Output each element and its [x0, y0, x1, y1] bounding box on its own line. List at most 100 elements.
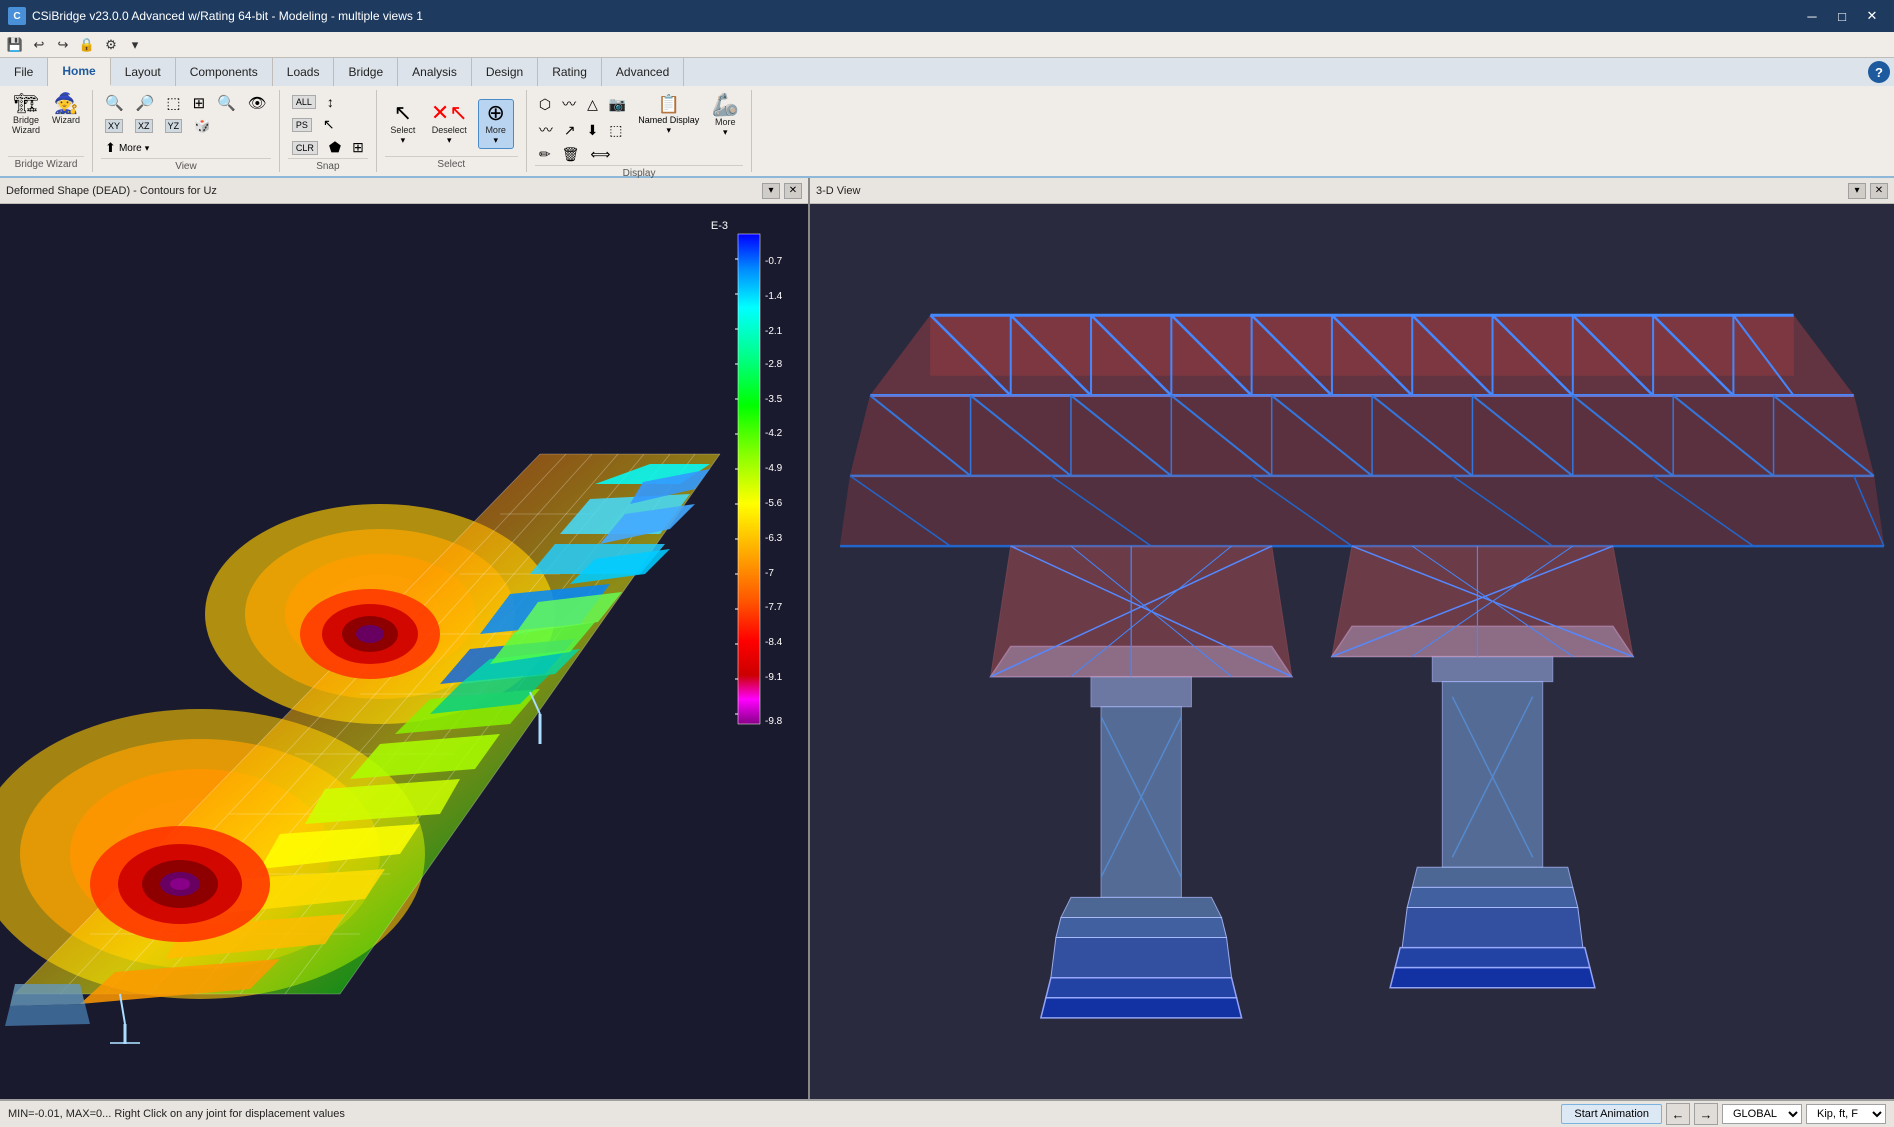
- view-more-dropdown-icon: ▾: [145, 143, 150, 154]
- tab-analysis[interactable]: Analysis: [398, 58, 472, 86]
- zoom-minus-button[interactable]: 🔍: [213, 92, 240, 114]
- left-panel-view[interactable]: E-3 -0.7 -1.4 -2.1 -2.8 -3.5 -4.2 -4.9 -…: [0, 204, 808, 1099]
- deselect-button[interactable]: ✕↖ Deselect ▾: [427, 100, 472, 148]
- display-btn9[interactable]: ✏: [535, 144, 555, 165]
- more-select-button[interactable]: ⊕ More ▾: [478, 99, 514, 149]
- wizard-button[interactable]: 🧙 Wizard: [48, 92, 84, 127]
- coordinate-system-dropdown[interactable]: GLOBAL: [1722, 1104, 1802, 1124]
- zoom-out-button[interactable]: 🔎: [132, 92, 159, 114]
- start-animation-button[interactable]: Start Animation: [1561, 1104, 1662, 1124]
- view-more-button[interactable]: ⬆ More ▾: [101, 138, 153, 158]
- zoom-box-button[interactable]: ⬚: [162, 92, 184, 114]
- tab-rating[interactable]: Rating: [538, 58, 602, 86]
- settings-button[interactable]: ⚙: [100, 35, 122, 55]
- undo-button[interactable]: ↩: [28, 35, 50, 55]
- display-icon4: 📷: [609, 96, 626, 113]
- snap-arrow1-button[interactable]: ↕: [323, 92, 338, 112]
- more-select-icon: ⊕: [486, 102, 504, 124]
- display-more-icon: 🦾: [712, 94, 739, 116]
- bridge-wizard-button[interactable]: 🏗 BridgeWizard: [8, 92, 44, 137]
- zoom-box-icon: ⬚: [166, 94, 180, 112]
- display-btn2[interactable]: 〰: [558, 92, 580, 116]
- snap-grid-button[interactable]: ⊞: [348, 137, 368, 158]
- tab-design[interactable]: Design: [472, 58, 538, 86]
- lock-button[interactable]: 🔒: [76, 35, 98, 55]
- group-label-view: View: [101, 158, 271, 172]
- zoom-in-button[interactable]: 🔍: [101, 92, 128, 114]
- svg-text:-9.1: -9.1: [765, 672, 783, 683]
- redo-button[interactable]: ↪: [52, 35, 74, 55]
- maximize-button[interactable]: □: [1828, 5, 1856, 27]
- titlebar-controls: ─ □ ✕: [1798, 5, 1886, 27]
- display-btn10[interactable]: 🗑: [558, 144, 584, 165]
- display-more-button[interactable]: 🦾 More ▾: [707, 92, 743, 140]
- view-yz-button[interactable]: YZ: [161, 116, 187, 136]
- tab-bridge[interactable]: Bridge: [334, 58, 398, 86]
- display-btn5[interactable]: 〰: [535, 118, 557, 142]
- tab-layout[interactable]: Layout: [111, 58, 176, 86]
- display-btn6[interactable]: ↗: [560, 118, 580, 142]
- select-dropdown-icon: ▾: [401, 135, 406, 146]
- display-more-dropdown-icon: ▾: [723, 127, 728, 138]
- svg-text:-4.9: -4.9: [765, 463, 783, 474]
- snap-clr-button[interactable]: CLR: [288, 137, 322, 158]
- ribbon-group-select: ↖ Select ▾ ✕↖ Deselect ▾ ⊕ More ▾ Select: [377, 90, 527, 172]
- view-3d-icon: 🎲: [194, 118, 210, 134]
- units-dropdown[interactable]: Kip, ft, F: [1806, 1104, 1886, 1124]
- display-icon3: △: [587, 96, 598, 113]
- display-icon6: ↗: [564, 122, 576, 139]
- zoom-out-icon: 🔎: [136, 94, 155, 112]
- next-frame-button[interactable]: →: [1694, 1103, 1718, 1125]
- left-panel-header: Deformed Shape (DEAD) - Contours for Uz …: [0, 178, 808, 204]
- left-panel-close-button[interactable]: ✕: [784, 183, 802, 199]
- bridge-wizard-icon: 🏗: [13, 94, 38, 114]
- help-button[interactable]: ?: [1868, 61, 1890, 83]
- snap-shape-button[interactable]: ⬟: [325, 137, 345, 158]
- snap-ps-button[interactable]: PS: [288, 114, 316, 135]
- view-xz-button[interactable]: XZ: [131, 116, 157, 136]
- view-xy-button[interactable]: XY: [101, 116, 127, 136]
- ribbon-content: 🏗 BridgeWizard 🧙 Wizard Bridge Wizard 🔍: [0, 86, 1894, 176]
- svg-text:-0.7: -0.7: [765, 256, 783, 267]
- app-icon: C: [8, 7, 26, 25]
- display-icon10: 🗑: [562, 146, 580, 163]
- zoom-full-button[interactable]: ⊞: [189, 92, 210, 114]
- save-button[interactable]: 💾: [4, 35, 26, 55]
- tab-home[interactable]: Home: [48, 58, 110, 86]
- tab-components[interactable]: Components: [176, 58, 273, 86]
- view-3d-button[interactable]: 🎲: [190, 116, 214, 136]
- right-panel-float-button[interactable]: ▾: [1848, 183, 1866, 199]
- minimize-button[interactable]: ─: [1798, 5, 1826, 27]
- named-display-button[interactable]: 📋 Named Display ▾: [634, 92, 703, 138]
- snap-cursor-button[interactable]: ↖: [319, 114, 339, 135]
- named-display-icon: 📋: [658, 94, 680, 115]
- display-btn7[interactable]: ⬇: [583, 118, 603, 142]
- right-panel-title: 3-D View: [816, 185, 1848, 197]
- display-icon9: ✏: [539, 146, 551, 163]
- eye-icon: 👁: [248, 94, 267, 112]
- tab-loads[interactable]: Loads: [273, 58, 335, 86]
- eye-button[interactable]: 👁: [244, 92, 271, 114]
- display-btn11[interactable]: ⟺: [586, 144, 614, 165]
- qa-dropdown-button[interactable]: ▾: [124, 35, 146, 55]
- cursor-icon: ⬆: [105, 140, 116, 156]
- right-panel-close-button[interactable]: ✕: [1870, 183, 1888, 199]
- display-btn3[interactable]: △: [583, 92, 602, 116]
- tab-advanced[interactable]: Advanced: [602, 58, 684, 86]
- select-button[interactable]: ↖ Select ▾: [385, 100, 421, 148]
- group-label-snap: Snap: [288, 158, 368, 172]
- right-panel-view[interactable]: [810, 204, 1894, 1099]
- prev-frame-button[interactable]: ←: [1666, 1103, 1690, 1125]
- tab-file[interactable]: File: [0, 58, 48, 86]
- display-btn1[interactable]: ⬡: [535, 92, 555, 116]
- left-panel-float-button[interactable]: ▾: [762, 183, 780, 199]
- snap-cursor-icon: ↖: [323, 116, 335, 133]
- close-button[interactable]: ✕: [1858, 5, 1886, 27]
- display-btn4[interactable]: 📷: [605, 92, 630, 116]
- display-icon2: 〰: [562, 94, 576, 114]
- snap-all-button[interactable]: ALL: [288, 92, 320, 112]
- wizard-icon: 🧙: [54, 94, 79, 114]
- display-btn8[interactable]: ⬚: [605, 118, 626, 142]
- zoom-minus-icon: 🔍: [217, 94, 236, 112]
- view-more-label: More: [119, 143, 142, 154]
